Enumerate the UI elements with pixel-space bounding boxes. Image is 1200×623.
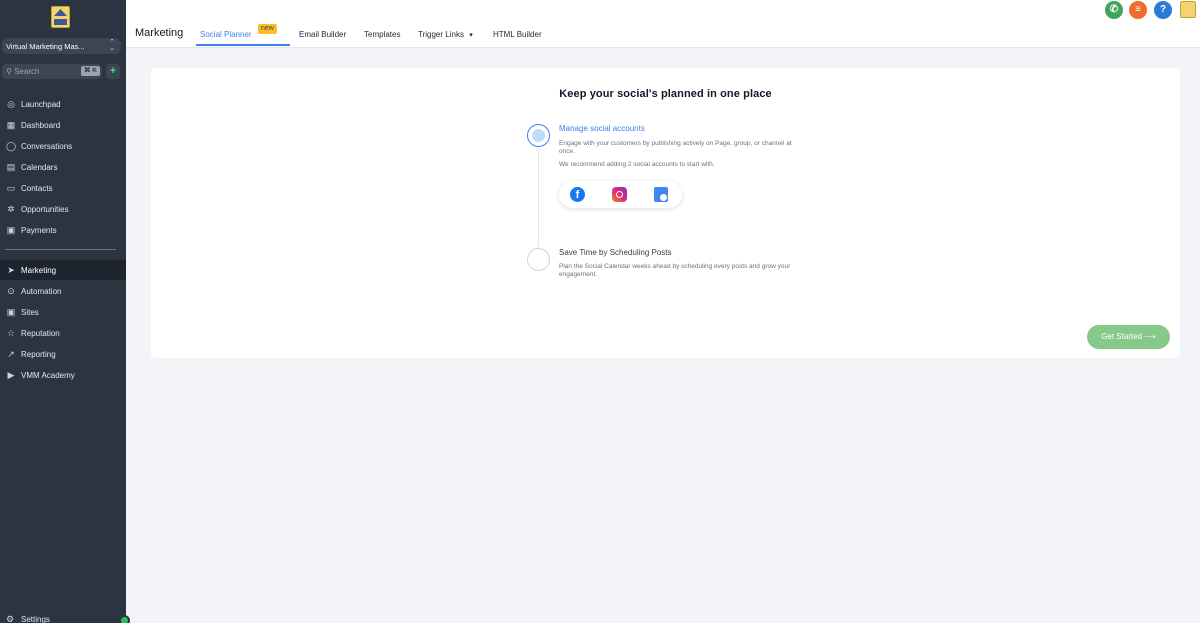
step-2-indicator (527, 248, 550, 271)
sidebar-item-reporting[interactable]: ↗ Reporting (0, 344, 126, 364)
calendar-icon: ▤ (6, 162, 16, 172)
account-switcher[interactable]: Virtual Marketing Mas... ⌃ ⌄ (2, 38, 121, 54)
tab-email-builder[interactable]: Email Builder (299, 30, 346, 39)
sidebar-item-label: Sites (21, 308, 39, 317)
sidebar-item-payments[interactable]: ▣ Payments (0, 220, 126, 240)
sidebar-item-calendars[interactable]: ▤ Calendars (0, 157, 126, 177)
company-logo[interactable] (51, 6, 70, 28)
new-badge: new (258, 24, 277, 34)
tab-trigger-links[interactable]: Trigger Links ▾ (418, 30, 473, 39)
sidebar-item-label: Reputation (21, 329, 60, 338)
active-tab-indicator (196, 44, 290, 46)
avatar[interactable] (1180, 1, 1196, 18)
sidebar-item-label: Automation (21, 287, 62, 296)
sidebar-item-marketing[interactable]: ➤ Marketing (0, 260, 126, 280)
sidebar-item-label: Payments (21, 226, 57, 235)
opportunities-icon: ✲ (7, 204, 15, 214)
automation-icon: ⊙ (7, 286, 15, 296)
card-title: Keep your social's planned in one place (559, 88, 772, 100)
sidebar-item-contacts[interactable]: ▭ Contacts (0, 178, 126, 198)
grid-icon: ▦ (6, 120, 16, 130)
page-title: Marketing (135, 27, 184, 39)
sidebar-item-label: Dashboard (21, 121, 61, 130)
step-2-text: Plan the Social Calendar weeks ahead by … (559, 263, 791, 278)
sidebar: Virtual Marketing Mas... ⌃ ⌄ ⚲ Search ⌘ K… (0, 0, 130, 623)
help-icon[interactable]: ? (1154, 1, 1172, 19)
sidebar-item-launchpad[interactable]: ◎ Launchpad (0, 94, 126, 114)
sidebar-item-label: Marketing (21, 266, 57, 275)
sidebar-item-label: Calendars (21, 163, 58, 172)
list-icon[interactable]: ≡ (1129, 1, 1147, 19)
trend-icon: ↗ (7, 349, 15, 359)
sidebar-item-label: Settings (21, 615, 50, 623)
account-name: Virtual Marketing Mas... (6, 42, 85, 51)
step-1-note: We recommend adding 2 social accounts to… (559, 161, 715, 168)
sidebar-item-reputation[interactable]: ☆ Reputation (0, 323, 126, 343)
search-placeholder: Search (14, 67, 40, 76)
social-planner-onboarding-card: Keep your social's planned in one place … (151, 68, 1180, 358)
search-input[interactable]: ⚲ Search ⌘ K (2, 64, 102, 79)
chevron-down-icon: ▾ (469, 32, 473, 39)
sidebar-item-label: Reporting (21, 350, 56, 359)
sidebar-item-opportunities[interactable]: ✲ Opportunities (0, 199, 126, 219)
chevron-updown-icon: ⌃ ⌄ (109, 39, 115, 52)
rocket-icon: ◎ (7, 99, 15, 109)
payments-icon: ▣ (6, 225, 16, 235)
phone-icon[interactable]: ✆ (1105, 1, 1123, 19)
search-shortcut: ⌘ K (81, 66, 100, 76)
sidebar-item-label: Conversations (21, 142, 73, 151)
step-1-text: Engage with your customers by publishing… (559, 140, 792, 155)
search-icon: ⚲ (6, 67, 12, 76)
sidebar-item-label: Contacts (21, 184, 53, 193)
facebook-icon[interactable]: f (570, 187, 585, 202)
social-accounts-row: f (559, 181, 682, 208)
sidebar-item-label: VMM Academy (21, 371, 75, 380)
send-icon: ➤ (7, 265, 15, 275)
step-1-indicator (527, 124, 550, 147)
step-1-title[interactable]: Manage social accounts (559, 124, 645, 133)
sidebar-item-dashboard[interactable]: ▦ Dashboard (0, 115, 126, 135)
sidebar-item-label: Launchpad (21, 100, 61, 109)
status-dot (119, 615, 130, 623)
sidebar-item-vmm-academy[interactable]: ▶ VMM Academy (0, 365, 126, 385)
tab-html-builder[interactable]: HTML Builder (493, 30, 542, 39)
tab-templates[interactable]: Templates (364, 30, 400, 39)
star-icon: ☆ (6, 328, 16, 338)
top-header: Marketing Social Planner new Email Build… (126, 0, 1200, 48)
get-started-button[interactable]: Get Started ⟶ (1087, 325, 1170, 349)
step-2-title: Save Time by Scheduling Posts (559, 248, 672, 257)
step-connector (538, 147, 539, 247)
sidebar-item-automation[interactable]: ⊙ Automation (0, 281, 126, 301)
sidebar-divider (5, 249, 116, 250)
youtube-icon: ▶ (7, 370, 15, 380)
sites-icon: ▣ (6, 307, 16, 317)
instagram-icon[interactable] (612, 187, 627, 202)
sidebar-item-sites[interactable]: ▣ Sites (0, 302, 126, 322)
contacts-icon: ▭ (6, 183, 16, 193)
chat-icon: ◯ (6, 141, 17, 151)
tab-social-planner[interactable]: Social Planner (200, 30, 252, 39)
tab-label: Trigger Links (418, 30, 464, 39)
gear-icon: ⚙ (6, 614, 15, 623)
sidebar-item-settings[interactable]: ⚙ Settings (0, 612, 126, 623)
quick-add-button[interactable]: + (106, 64, 120, 79)
sidebar-item-label: Opportunities (21, 205, 69, 214)
sidebar-item-conversations[interactable]: ◯ Conversations (0, 136, 126, 156)
google-business-icon[interactable] (654, 187, 668, 202)
